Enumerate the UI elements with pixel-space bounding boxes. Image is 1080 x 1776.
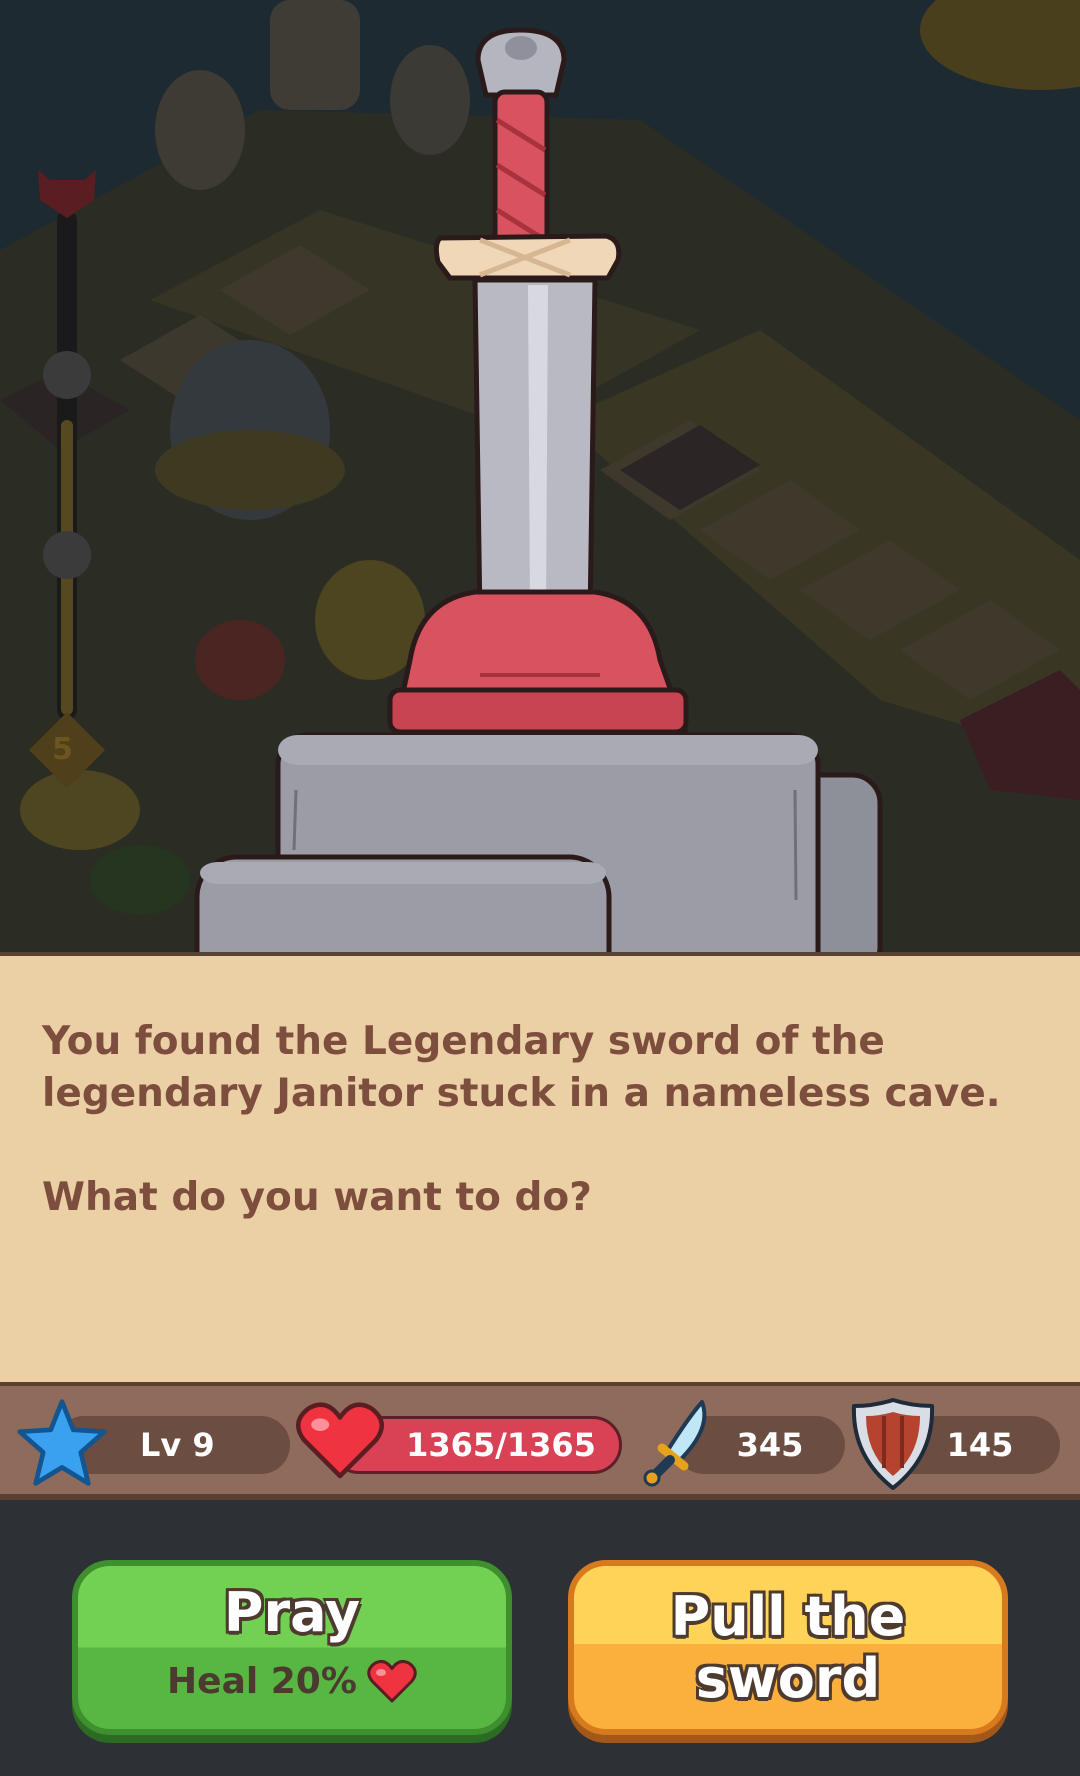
sword-in-stone xyxy=(194,27,883,952)
heart-icon xyxy=(367,1659,417,1703)
pray-button-subtitle: Heal 20% xyxy=(167,1658,417,1704)
event-dialog: You found the Legendary sword of the leg… xyxy=(0,952,1080,1382)
pray-button-title: Pray xyxy=(223,1581,361,1644)
pray-heal-label: Heal 20% xyxy=(167,1660,357,1702)
event-message: You found the Legendary sword of the leg… xyxy=(42,1019,1001,1116)
star-icon xyxy=(17,1399,107,1486)
game-scene: 5 xyxy=(0,0,1080,952)
player-stats-bar: Lv 9 1365/1365 345 145 xyxy=(0,1382,1080,1500)
pull-sword-button[interactable]: Pull the sword xyxy=(568,1560,1008,1735)
heart-icon xyxy=(296,1402,384,1479)
health-value: 1365/1365 xyxy=(406,1426,596,1464)
level-value: Lv 9 xyxy=(140,1426,215,1464)
event-question: What do you want to do? xyxy=(42,1175,592,1220)
attack-value: 345 xyxy=(736,1426,804,1464)
defense-value: 145 xyxy=(946,1426,1014,1464)
event-text: You found the Legendary sword of the leg… xyxy=(42,1016,1032,1224)
pray-button[interactable]: Pray Heal 20% xyxy=(72,1560,512,1735)
sword-icon xyxy=(643,1400,707,1487)
shield-icon xyxy=(851,1398,935,1490)
action-area: Pray Heal 20% Pull the sword xyxy=(0,1500,1080,1776)
pull-sword-button-title: Pull the sword xyxy=(670,1585,906,1710)
